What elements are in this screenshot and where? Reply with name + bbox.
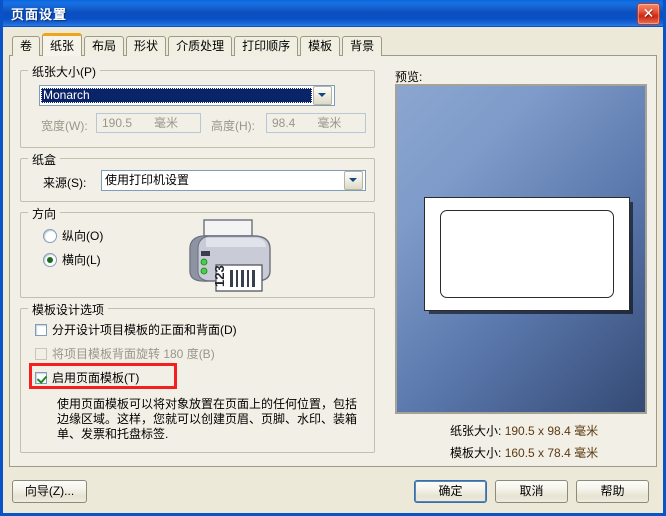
preview-template-outline bbox=[440, 210, 614, 298]
chevron-down-icon[interactable] bbox=[344, 171, 363, 190]
window-title: 页面设置 bbox=[11, 7, 68, 22]
tab-background[interactable]: 背景 bbox=[342, 36, 383, 56]
paper-width-value: 190.5 bbox=[102, 116, 133, 130]
close-button[interactable]: ✕ bbox=[637, 3, 660, 25]
paper-width-unit: 毫米 bbox=[154, 116, 179, 130]
paper-size-legend: 纸张大小(P) bbox=[28, 63, 100, 80]
page-setup-dialog: 页面设置 ✕ 卷 纸张 布局 形状 介质处理 打印顺序 模板 背景 纸张大小(P… bbox=[0, 0, 666, 516]
paper-size-combo-value: Monarch bbox=[41, 88, 312, 103]
tray-source-combo[interactable]: 使用打印机设置 bbox=[101, 170, 366, 191]
checkbox-enable-page-template-label: 启用页面模板(T) bbox=[52, 371, 140, 385]
tab-shape[interactable]: 形状 bbox=[126, 36, 167, 56]
ok-button[interactable]: 确定 bbox=[414, 480, 487, 503]
checkbox-indicator-checked bbox=[35, 371, 47, 384]
paper-height-label: 高度(H): bbox=[211, 119, 255, 133]
tray-group: 纸盒 来源(S): 使用打印机设置 bbox=[20, 151, 375, 202]
template-options-legend: 模板设计选项 bbox=[28, 301, 109, 318]
paper-size-group: 纸张大小(P) Monarch 宽度(W): 190.5 毫米 高度(H): 98… bbox=[20, 63, 375, 148]
preview-paper bbox=[424, 197, 630, 311]
tab-template[interactable]: 模板 bbox=[300, 36, 341, 56]
checkbox-indicator bbox=[35, 323, 47, 336]
tray-legend: 纸盒 bbox=[28, 151, 61, 168]
paper-height-field[interactable]: 98.4 毫米 bbox=[266, 113, 366, 133]
orientation-landscape-radio[interactable]: 横向(L) bbox=[43, 251, 101, 268]
checkbox-indicator-disabled bbox=[35, 347, 47, 360]
radio-indicator-selected bbox=[43, 252, 57, 267]
checkbox-separate-front-back[interactable]: 分开设计项目模板的正面和背面(D) bbox=[35, 321, 237, 338]
preview-paper-size-label: 纸张大小: bbox=[450, 424, 502, 438]
preview-template-size-label: 模板大小: bbox=[450, 446, 502, 460]
preview-label: 预览: bbox=[395, 70, 423, 84]
orientation-portrait-radio[interactable]: 纵向(O) bbox=[43, 227, 103, 244]
paper-width-label: 宽度(W): bbox=[41, 119, 88, 133]
tab-print-order[interactable]: 打印顺序 bbox=[234, 36, 299, 56]
preview-template-size-line: 模板大小: 160.5 x 78.4 毫米 bbox=[450, 444, 598, 461]
paper-size-combo[interactable]: Monarch bbox=[39, 85, 335, 106]
checkbox-rotate-back-180-label: 将项目模板背面旋转 180 度(B) bbox=[52, 347, 215, 361]
orientation-landscape-label: 横向(L) bbox=[62, 253, 101, 267]
tab-page-paper: 纸张大小(P) Monarch 宽度(W): 190.5 毫米 高度(H): 98… bbox=[9, 55, 657, 467]
preview-paper-size-value: 190.5 x 98.4 毫米 bbox=[504, 424, 599, 438]
help-button[interactable]: 帮助 bbox=[576, 480, 649, 503]
svg-text:123: 123 bbox=[212, 265, 227, 287]
tab-paper[interactable]: 纸张 bbox=[42, 33, 83, 56]
title-bar: 页面设置 ✕ bbox=[3, 0, 663, 27]
chevron-down-icon[interactable] bbox=[313, 86, 332, 105]
tray-source-value: 使用打印机设置 bbox=[105, 173, 190, 187]
preview-paper-size-line: 纸张大小: 190.5 x 98.4 毫米 bbox=[450, 422, 598, 439]
orientation-legend: 方向 bbox=[28, 205, 61, 222]
template-options-description: 使用页面模板可以将对象放置在页面上的任何位置，包括边缘区域。这样，您就可以创建页… bbox=[57, 397, 358, 441]
preview-template-size-value: 160.5 x 78.4 毫米 bbox=[504, 446, 599, 460]
preview-box bbox=[395, 84, 647, 414]
tab-strip: 卷 纸张 布局 形状 介质处理 打印顺序 模板 背景 bbox=[12, 33, 384, 56]
paper-height-value: 98.4 bbox=[272, 116, 296, 130]
orientation-group: 方向 纵向(O) 横向(L) 123 bbox=[20, 205, 375, 298]
paper-height-unit: 毫米 bbox=[317, 116, 342, 130]
radio-indicator bbox=[43, 228, 57, 243]
wizard-button[interactable]: 向导(Z)... bbox=[12, 480, 87, 503]
template-options-group: 模板设计选项 分开设计项目模板的正面和背面(D) 将项目模板背面旋转 180 度… bbox=[20, 301, 375, 453]
cancel-button[interactable]: 取消 bbox=[495, 480, 568, 503]
tab-layout[interactable]: 布局 bbox=[84, 36, 125, 56]
tray-source-label: 来源(S): bbox=[43, 176, 87, 190]
close-icon: ✕ bbox=[642, 5, 655, 21]
orientation-portrait-label: 纵向(O) bbox=[62, 229, 104, 243]
checkbox-separate-front-back-label: 分开设计项目模板的正面和背面(D) bbox=[52, 323, 237, 337]
tab-roll[interactable]: 卷 bbox=[12, 36, 41, 56]
paper-width-field[interactable]: 190.5 毫米 bbox=[96, 113, 201, 133]
tab-media-handling[interactable]: 介质处理 bbox=[168, 36, 233, 56]
checkbox-enable-page-template[interactable]: 启用页面模板(T) bbox=[35, 369, 139, 386]
printer-icon: 123 bbox=[176, 215, 286, 302]
checkbox-rotate-back-180: 将项目模板背面旋转 180 度(B) bbox=[35, 345, 215, 362]
